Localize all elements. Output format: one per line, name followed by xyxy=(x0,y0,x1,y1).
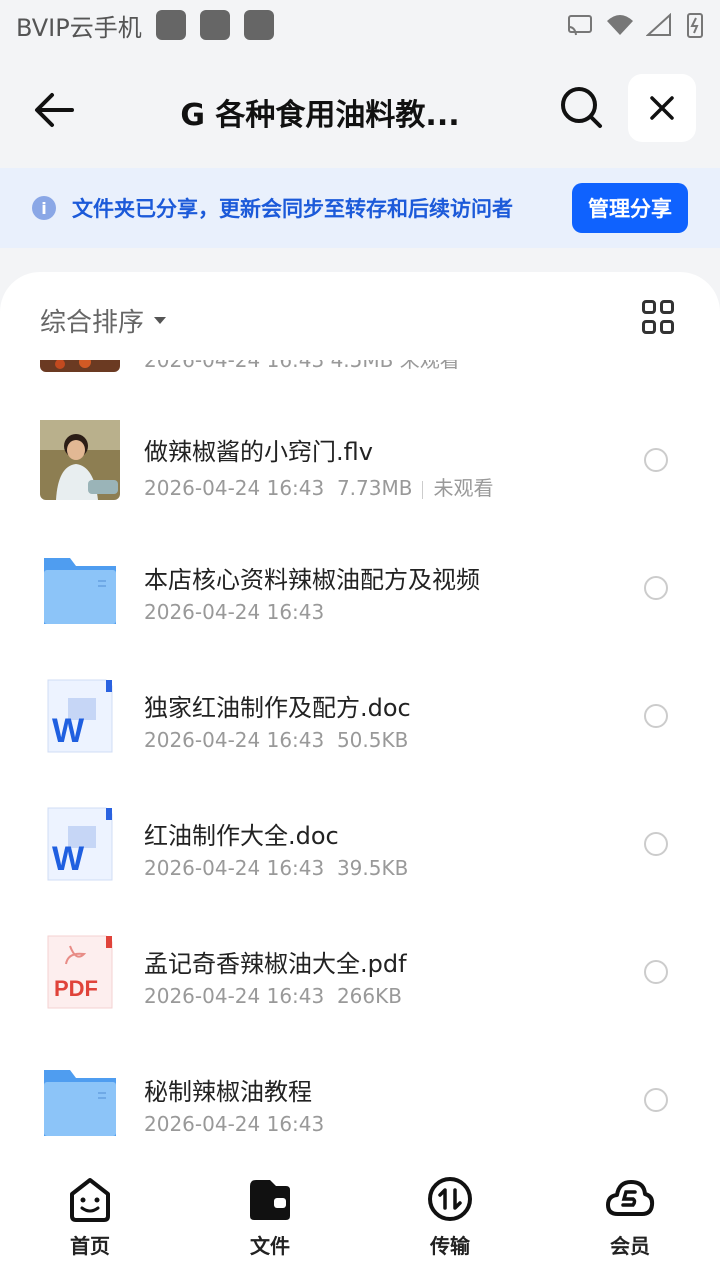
bottom-tab-bar: 首页 文件 传输 会员 xyxy=(0,1160,720,1280)
tab-label: 首页 xyxy=(70,1234,110,1258)
select-radio[interactable] xyxy=(644,960,668,984)
cast-icon xyxy=(568,15,592,36)
wifi-icon xyxy=(607,15,633,35)
manage-share-button[interactable]: 管理分享 xyxy=(572,183,688,233)
video-thumbnail xyxy=(40,360,120,372)
file-meta: 2026-04-24 16:43 xyxy=(144,1112,325,1136)
tab-label: 会员 xyxy=(610,1234,650,1258)
list-item[interactable]: W 红油制作大全.doc 2026-04-24 16:43 39.5KB xyxy=(0,780,720,908)
file-name: 做辣椒酱的小窍门.flv xyxy=(144,438,373,466)
select-radio[interactable] xyxy=(644,704,668,728)
file-name: 孟记奇香辣椒油大全.pdf xyxy=(144,950,407,978)
tab-vip[interactable]: 会员 xyxy=(540,1160,720,1280)
file-name: 秘制辣椒油教程 xyxy=(144,1078,312,1106)
notification-icon xyxy=(199,10,230,40)
info-icon: i xyxy=(32,196,56,220)
list-item[interactable]: 本店核心资料辣椒油配方及视频 2026-04-24 16:43 xyxy=(0,524,720,652)
select-radio[interactable] xyxy=(644,832,668,856)
tab-transfer[interactable]: 传输 xyxy=(360,1160,540,1280)
file-meta: 2026-04-24 16:43 4.5MB 未观看 xyxy=(144,360,460,372)
battery-icon xyxy=(687,13,703,38)
select-radio[interactable] xyxy=(644,1088,668,1112)
wallet-files-icon xyxy=(250,1180,290,1220)
word-doc-icon: W xyxy=(47,679,113,753)
svg-text:W: W xyxy=(52,840,85,878)
word-doc-icon: W xyxy=(47,807,113,881)
file-name: 红油制作大全.doc xyxy=(144,822,339,850)
caret-down-icon xyxy=(154,317,167,324)
share-notice: 文件夹已分享，更新会同步至转存和后续访问者 xyxy=(72,197,513,221)
tab-files[interactable]: 文件 xyxy=(180,1160,360,1280)
sort-label: 综合排序 xyxy=(40,308,145,338)
grid-view-icon[interactable] xyxy=(642,300,678,336)
select-radio[interactable] xyxy=(644,576,668,600)
video-thumbnail xyxy=(40,420,120,500)
list-item[interactable]: 秘制辣椒油教程 2026-04-24 16:43 xyxy=(0,1036,720,1160)
file-name: 独家红油制作及配方.doc xyxy=(144,694,411,722)
cloud-vip-icon xyxy=(606,1180,655,1216)
close-button[interactable] xyxy=(628,74,696,142)
file-meta: 2026-04-24 16:43 7.73MB 未观看 xyxy=(144,476,494,500)
page-title: G 各种食用油料教... xyxy=(180,98,460,133)
transfer-icon xyxy=(428,1177,472,1221)
tab-label: 传输 xyxy=(430,1234,470,1258)
folder-icon xyxy=(44,1070,116,1136)
notification-icon xyxy=(243,10,274,40)
tab-home[interactable]: 首页 xyxy=(0,1160,180,1280)
sort-dropdown[interactable]: 综合排序 xyxy=(40,302,167,339)
pdf-file-icon: PDF xyxy=(47,935,113,1009)
share-banner: i 文件夹已分享，更新会同步至转存和后续访问者 管理分享 xyxy=(0,168,720,248)
file-meta: 2026-04-24 16:43 266KB xyxy=(144,984,402,1008)
close-icon xyxy=(650,96,674,120)
file-meta: 2026-04-24 16:43 39.5KB xyxy=(144,856,409,880)
list-item[interactable]: PDF 孟记奇香辣椒油大全.pdf 2026-04-24 16:43 266KB xyxy=(0,908,720,1036)
select-radio[interactable] xyxy=(644,448,668,472)
file-list-panel: 综合排序 2026-04-24 16:43 4.5MB 未观看 做辣椒酱的小窍门… xyxy=(0,272,720,1280)
list-item[interactable]: W 独家红油制作及配方.doc 2026-04-24 16:43 50.5KB xyxy=(0,652,720,780)
tab-label: 文件 xyxy=(250,1234,290,1258)
search-icon[interactable] xyxy=(556,82,606,132)
arrow-left-icon[interactable] xyxy=(28,84,80,136)
header: G 各种食用油料教... xyxy=(0,60,720,160)
smiley-home-icon xyxy=(70,1178,110,1222)
file-meta: 2026-04-24 16:43 xyxy=(144,600,325,624)
folder-icon xyxy=(44,558,116,624)
list-item[interactable]: 2026-04-24 16:43 4.5MB 未观看 xyxy=(0,360,720,396)
svg-text:W: W xyxy=(52,712,85,750)
svg-text:PDF: PDF xyxy=(54,976,98,1001)
list-item[interactable]: 做辣椒酱的小窍门.flv 2026-04-24 16:43 7.73MB 未观看 xyxy=(0,396,720,524)
status-bar: BVIP云手机 xyxy=(0,0,720,50)
carrier-label: BVIP云手机 xyxy=(16,13,142,42)
signal-icon xyxy=(646,13,671,36)
file-meta: 2026-04-24 16:43 50.5KB xyxy=(144,728,409,752)
notification-icon xyxy=(155,10,186,40)
file-list: 2026-04-24 16:43 4.5MB 未观看 做辣椒酱的小窍门.flv … xyxy=(0,360,720,1160)
file-name: 本店核心资料辣椒油配方及视频 xyxy=(144,566,480,594)
